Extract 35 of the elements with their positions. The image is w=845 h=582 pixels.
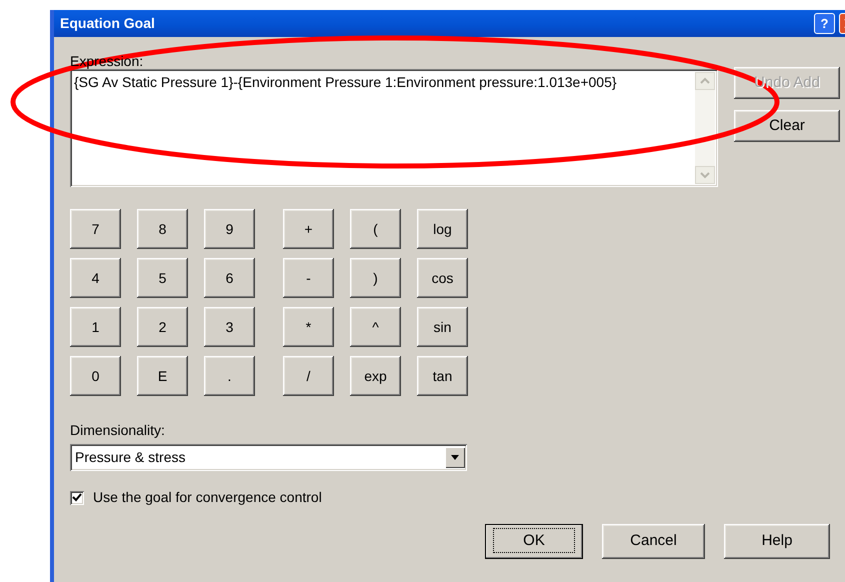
convergence-checkbox[interactable] xyxy=(70,490,84,504)
keypad-button[interactable]: 5 xyxy=(137,258,188,298)
keypad-button[interactable]: . xyxy=(204,356,255,396)
keypad-button[interactable]: / xyxy=(283,356,334,396)
dimensionality-label: Dimensionality: xyxy=(70,421,166,440)
keypad-button[interactable]: 2 xyxy=(137,307,188,347)
keypad-button[interactable]: 8 xyxy=(137,209,188,249)
keypad-button[interactable]: exp xyxy=(350,356,401,396)
keypad-button[interactable]: + xyxy=(283,209,334,249)
keypad-button[interactable]: tan xyxy=(417,356,468,396)
window-title: Equation Goal xyxy=(60,14,155,33)
keypad-button[interactable]: 6 xyxy=(204,258,255,298)
dialog-button[interactable]: OK xyxy=(485,524,583,559)
keypad-button[interactable]: 7 xyxy=(70,209,121,249)
keypad-button[interactable]: sin xyxy=(417,307,468,347)
dropdown-arrow-icon[interactable] xyxy=(445,447,465,468)
keypad-button[interactable]: 4 xyxy=(70,258,121,298)
dimensionality-dropdown[interactable]: Pressure & stress xyxy=(70,444,467,471)
convergence-label: Use the goal for convergence control xyxy=(93,488,322,507)
keypad-button[interactable]: * xyxy=(283,307,334,347)
help-button[interactable]: ? xyxy=(814,13,835,34)
keypad-button[interactable]: 9 xyxy=(204,209,255,249)
keypad-button[interactable]: 1 xyxy=(70,307,121,347)
keypad-button[interactable]: log xyxy=(417,209,468,249)
side-button[interactable]: Clear xyxy=(734,110,840,142)
dialog-button[interactable]: Help xyxy=(724,524,830,559)
keypad-button[interactable]: - xyxy=(283,258,334,298)
keypad-button[interactable]: 0 xyxy=(70,356,121,396)
keypad-button[interactable]: cos xyxy=(417,258,468,298)
keypad-button[interactable]: ^ xyxy=(350,307,401,347)
keypad-button[interactable]: 3 xyxy=(204,307,255,347)
keypad-button[interactable]: ( xyxy=(350,209,401,249)
keypad-button[interactable]: E xyxy=(137,356,188,396)
dialog-button[interactable]: Cancel xyxy=(602,524,705,559)
keypad-button[interactable]: ) xyxy=(350,258,401,298)
